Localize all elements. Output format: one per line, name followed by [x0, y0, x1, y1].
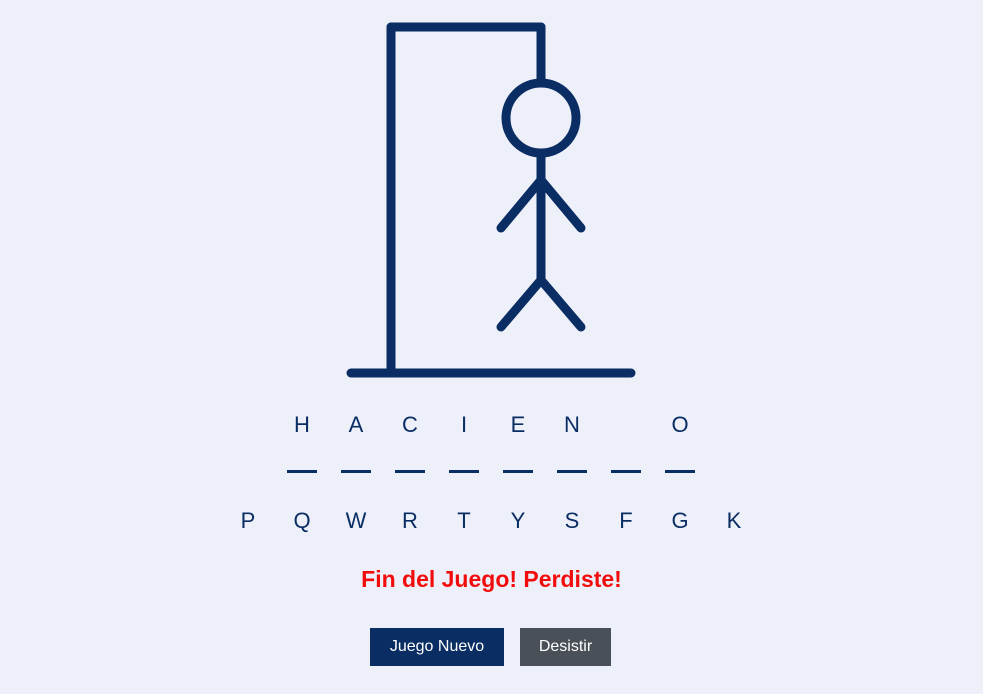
word-letter: O	[671, 412, 689, 437]
wrong-letter: S	[564, 508, 580, 533]
letter-underline	[665, 470, 695, 473]
word-letter: C	[402, 412, 418, 437]
letter-underline	[449, 470, 479, 473]
letter-underline	[287, 470, 317, 473]
wrong-letter: Y	[510, 508, 526, 533]
letter-underline	[557, 470, 587, 473]
word-letter: A	[348, 412, 364, 437]
new-game-button[interactable]: Juego Nuevo	[370, 628, 504, 666]
game-status-message: Fin del Juego! Perdiste!	[361, 566, 622, 592]
wrong-letter: R	[402, 508, 418, 533]
wrong-letter: Q	[293, 508, 311, 533]
word-letter: E	[510, 412, 526, 437]
wrong-letter: F	[619, 508, 633, 533]
word-letters: HACIENO	[0, 410, 983, 440]
hangman-head	[501, 78, 581, 158]
wrong-letter: W	[345, 508, 367, 533]
hangman-right-arm	[536, 175, 586, 233]
hangman-right-leg	[536, 275, 586, 332]
hangman-drawing	[346, 22, 636, 378]
word-letter: I	[460, 412, 468, 437]
quit-button[interactable]: Desistir	[520, 628, 611, 666]
word-letter	[611, 410, 641, 440]
wrong-letter: K	[726, 508, 742, 533]
letter-underline	[395, 470, 425, 473]
wrong-letters: PQWRTYSFGK	[0, 506, 983, 536]
wrong-letter: P	[240, 508, 256, 533]
hangman-left-leg	[496, 275, 546, 332]
letter-underline	[503, 470, 533, 473]
letter-underline	[611, 470, 641, 473]
word-letter: H	[294, 412, 310, 437]
wrong-letter: G	[671, 508, 689, 533]
letter-underline	[341, 470, 371, 473]
word-letter: N	[564, 412, 580, 437]
hangman-left-arm	[496, 175, 546, 233]
wrong-letter: T	[457, 508, 471, 533]
